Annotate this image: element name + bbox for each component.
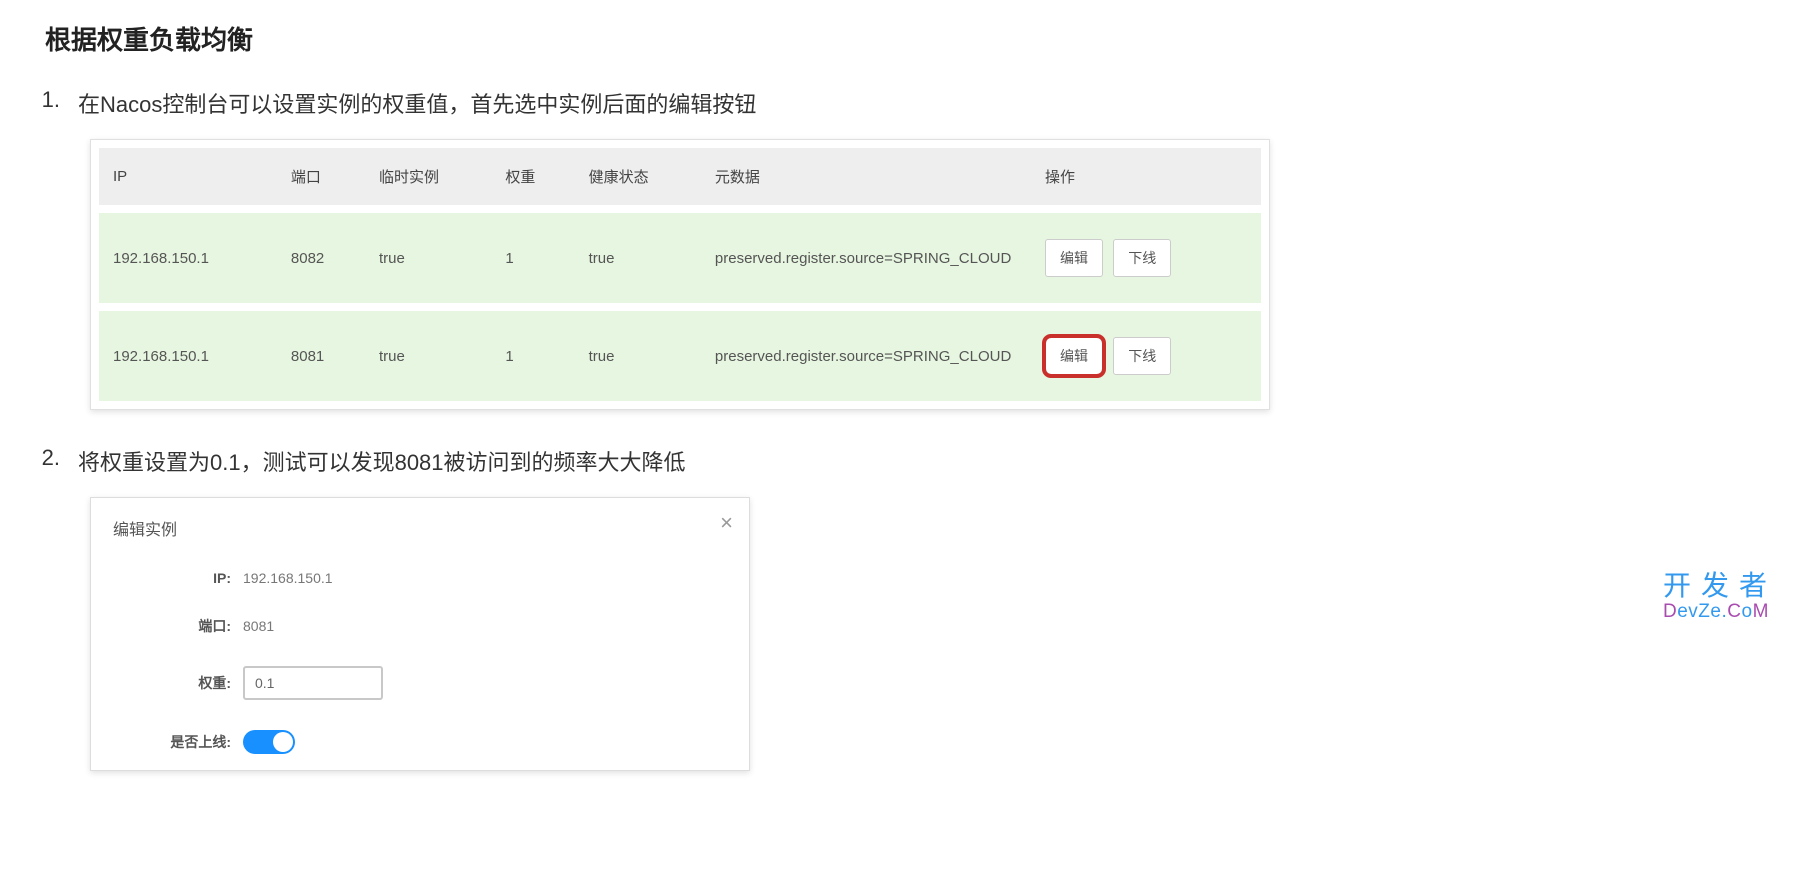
step-text: 在Nacos控制台可以设置实例的权重值，首先选中实例后面的编辑按钮 <box>78 87 1787 119</box>
watermark-cn: 开发者 <box>1663 571 1777 602</box>
cell-metadata: preserved.register.source=SPRING_CLOUD <box>701 307 1031 401</box>
toggle-knob <box>273 732 293 752</box>
port-label: 端口: <box>113 616 243 636</box>
instance-table-container: IP 端口 临时实例 权重 健康状态 元数据 操作 192.168.150.1 … <box>90 139 1270 410</box>
weight-label: 权重: <box>113 673 243 693</box>
edit-button[interactable]: 编辑 <box>1045 239 1103 277</box>
offline-button[interactable]: 下线 <box>1113 337 1171 375</box>
table-row: 192.168.150.1 8081 true 1 true preserved… <box>99 307 1261 401</box>
ip-value: 192.168.150.1 <box>243 570 333 586</box>
form-row-ip: IP: 192.168.150.1 <box>113 570 727 586</box>
port-value: 8081 <box>243 618 274 634</box>
online-label: 是否上线: <box>113 732 243 752</box>
modal-title: 编辑实例 <box>113 516 727 540</box>
form-row-port: 端口: 8081 <box>113 616 727 636</box>
step-item-1: 1. 在Nacos控制台可以设置实例的权重值，首先选中实例后面的编辑按钮 <box>30 87 1787 119</box>
section-heading: 根据权重负载均衡 <box>45 20 1787 57</box>
cell-ephemeral: true <box>365 307 491 401</box>
cell-health: true <box>575 307 701 401</box>
cell-health: true <box>575 209 701 307</box>
form-row-weight: 权重: <box>113 666 727 700</box>
cell-weight: 1 <box>491 307 574 401</box>
edit-button[interactable]: 编辑 <box>1045 337 1103 375</box>
cell-actions: 编辑 下线 <box>1031 307 1261 401</box>
instance-table: IP 端口 临时实例 权重 健康状态 元数据 操作 192.168.150.1 … <box>99 148 1261 401</box>
watermark-en: DevZe.CoM <box>1663 602 1777 623</box>
col-ip: IP <box>99 148 277 209</box>
cell-ip: 192.168.150.1 <box>99 307 277 401</box>
step-number: 1. <box>30 87 78 119</box>
col-health: 健康状态 <box>575 148 701 209</box>
step-number: 2. <box>30 445 78 477</box>
cell-port: 8081 <box>277 307 365 401</box>
table-row: 192.168.150.1 8082 true 1 true preserved… <box>99 209 1261 307</box>
close-icon[interactable]: × <box>720 510 733 536</box>
step-item-2: 2. 将权重设置为0.1，测试可以发现8081被访问到的频率大大降低 <box>30 445 1787 477</box>
col-actions: 操作 <box>1031 148 1261 209</box>
ip-label: IP: <box>113 570 243 586</box>
col-weight: 权重 <box>491 148 574 209</box>
cell-actions: 编辑 下线 <box>1031 209 1261 307</box>
cell-ephemeral: true <box>365 209 491 307</box>
edit-instance-modal: 编辑实例 × IP: 192.168.150.1 端口: 8081 权重: 是否… <box>90 497 750 771</box>
form-row-online: 是否上线: <box>113 730 727 754</box>
col-port: 端口 <box>277 148 365 209</box>
col-ephemeral: 临时实例 <box>365 148 491 209</box>
cell-ip: 192.168.150.1 <box>99 209 277 307</box>
col-metadata: 元数据 <box>701 148 1031 209</box>
cell-port: 8082 <box>277 209 365 307</box>
online-toggle[interactable] <box>243 730 295 754</box>
weight-input[interactable] <box>243 666 383 700</box>
step-text: 将权重设置为0.1，测试可以发现8081被访问到的频率大大降低 <box>78 445 1787 477</box>
cell-weight: 1 <box>491 209 574 307</box>
cell-metadata: preserved.register.source=SPRING_CLOUD <box>701 209 1031 307</box>
table-header-row: IP 端口 临时实例 权重 健康状态 元数据 操作 <box>99 148 1261 209</box>
offline-button[interactable]: 下线 <box>1113 239 1171 277</box>
devze-watermark: 开发者 DevZe.CoM <box>1663 571 1777 623</box>
